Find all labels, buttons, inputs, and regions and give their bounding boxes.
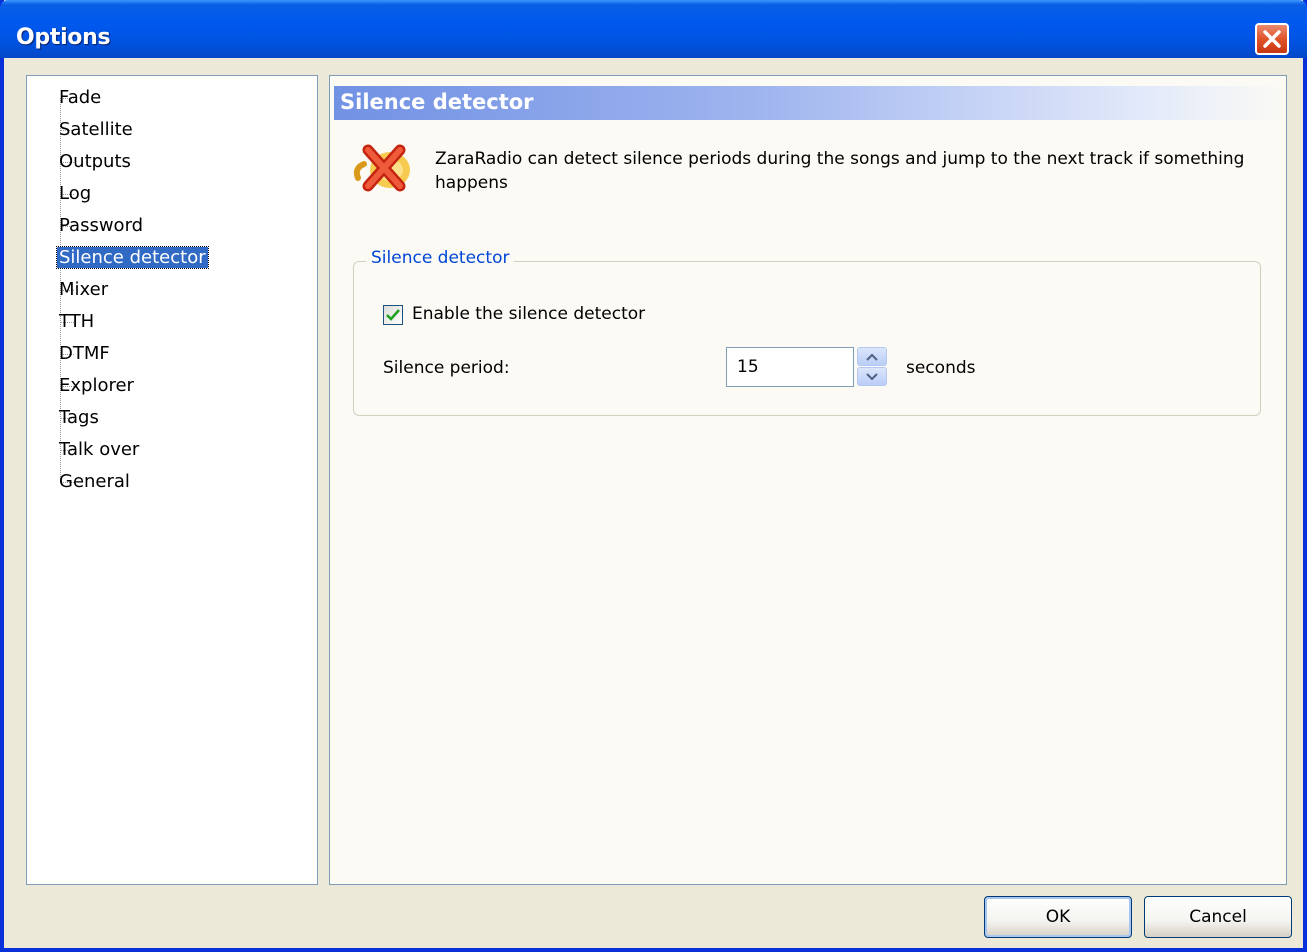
tree-item-label: Password xyxy=(59,215,144,236)
red-x-icon xyxy=(353,144,410,192)
tree-item-label: Log xyxy=(59,183,92,204)
tree-item-satellite[interactable]: Satellite xyxy=(57,117,135,143)
window-title: Options xyxy=(16,25,111,50)
arrow-down-icon xyxy=(866,373,878,381)
tree-item-general[interactable]: General xyxy=(57,469,132,495)
ok-button[interactable]: OK xyxy=(984,896,1132,938)
tree-item-talk-over[interactable]: Talk over xyxy=(57,437,141,463)
tree-item-label: TTH xyxy=(59,311,95,332)
tree-item-label: Explorer xyxy=(59,375,134,396)
silence-period-input[interactable] xyxy=(726,347,854,387)
tree-item-label: Outputs xyxy=(59,151,131,172)
tree-item-fade[interactable]: Fade xyxy=(57,85,103,111)
close-icon xyxy=(1263,30,1281,48)
tree-item-outputs[interactable]: Outputs xyxy=(57,149,133,175)
seconds-unit-label: seconds xyxy=(906,358,976,378)
tree-item-tags[interactable]: Tags xyxy=(57,405,101,431)
spin-up-button[interactable] xyxy=(857,347,887,366)
tree-item-label: Satellite xyxy=(59,119,133,140)
spin-down-button[interactable] xyxy=(857,367,887,386)
enable-silence-detector-checkbox[interactable] xyxy=(383,305,403,325)
panel-title: Silence detector xyxy=(340,90,534,114)
group-legend: Silence detector xyxy=(366,248,515,268)
tree-item-mixer[interactable]: Mixer xyxy=(57,277,110,303)
enable-silence-detector-label[interactable]: Enable the silence detector xyxy=(412,304,645,324)
tree-item-label: Mixer xyxy=(59,279,109,300)
options-category-tree[interactable]: Fade Satellite Outputs Log Password Sile… xyxy=(26,75,318,885)
options-window: Options Fade Satellite Outputs Log Passw… xyxy=(0,0,1307,952)
panel-description: ZaraRadio can detect silence periods dur… xyxy=(435,149,1245,193)
cancel-button[interactable]: Cancel xyxy=(1144,896,1292,938)
close-button[interactable] xyxy=(1255,23,1289,55)
tree-item-label: Talk over xyxy=(59,439,140,460)
checkmark-icon xyxy=(386,309,400,321)
tree-item-tth[interactable]: TTH xyxy=(57,309,96,335)
silence-period-label: Silence period: xyxy=(383,358,510,378)
tree-item-explorer[interactable]: Explorer xyxy=(57,373,136,399)
tree-item-label: DTMF xyxy=(59,343,110,364)
tree-item-dtmf[interactable]: DTMF xyxy=(57,341,112,367)
arrow-up-icon xyxy=(866,353,878,361)
tree-item-label: General xyxy=(59,471,130,492)
title-bar[interactable]: Options xyxy=(0,0,1307,58)
settings-panel: Silence detector ZaraRadio can detect si… xyxy=(329,75,1287,885)
panel-header: Silence detector xyxy=(334,86,1284,120)
tree-item-label: Tags xyxy=(59,407,99,428)
tree-item-label: Silence detector xyxy=(56,246,209,269)
tree-item-label: Fade xyxy=(59,87,102,108)
tree-item-password[interactable]: Password xyxy=(57,213,145,239)
tree-item-log[interactable]: Log xyxy=(57,181,93,207)
silence-detector-group: Silence detector Enable the silence dete… xyxy=(353,248,1261,416)
tree-item-silence-detector[interactable]: Silence detector xyxy=(56,245,209,271)
